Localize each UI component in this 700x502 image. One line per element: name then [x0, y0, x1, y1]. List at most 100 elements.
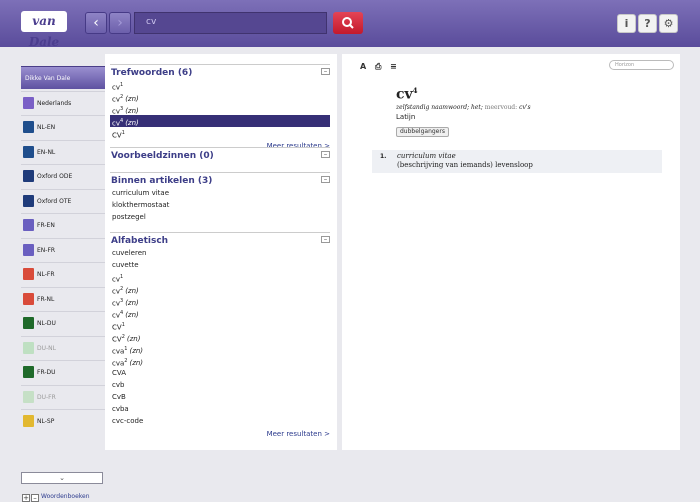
result-row[interactable]: cvc-code	[110, 415, 330, 427]
expand-list-button[interactable]: ⌄	[21, 472, 103, 484]
result-row[interactable]: postzegel	[110, 211, 330, 223]
sidebar-dictionary-item[interactable]: Nederlands	[21, 90, 105, 115]
settings-icon[interactable]: ⚙	[659, 14, 678, 33]
sidebar-dictionary-item[interactable]: Dikke Van Dale	[21, 66, 105, 89]
print-icon[interactable]: ⎙	[375, 62, 381, 72]
dictionary-icon	[23, 243, 34, 256]
dictionary-label: NL-DU	[37, 320, 56, 327]
sense-definition: (beschrijving van iemands) levensloop	[397, 161, 533, 169]
result-row[interactable]: cv3 (zn)	[110, 103, 330, 115]
sidebar-dictionary-item[interactable]: FR-DU	[21, 360, 105, 384]
dictionary-label: DU-FR	[37, 393, 56, 401]
dictionary-icon	[23, 145, 34, 158]
back-button[interactable]: ‹	[85, 12, 107, 34]
list-view-icon[interactable]: ≡	[390, 62, 397, 71]
result-row[interactable]: CV2 (zn)	[110, 331, 330, 343]
trefwoorden-section: Trefwoorden (6) – cv1 cv2 (zn) cv3 (zn) cv4 (z…	[110, 64, 330, 152]
dictionary-label: FR-EN	[37, 222, 55, 229]
grammar-info: zelfstandig naamwoord; het; meervoud: cv…	[396, 104, 531, 111]
result-row[interactable]: cv1	[110, 271, 330, 283]
dictionary-label: Dikke Van Dale	[25, 75, 71, 82]
binnen-artikelen-section: Binnen artikelen (3) – curriculum vitae k…	[110, 172, 330, 223]
dictionary-icon	[23, 194, 34, 207]
collapse-toggle[interactable]: –	[321, 151, 330, 158]
collapse-toggle[interactable]: –	[321, 68, 330, 75]
result-row[interactable]: CV1	[110, 319, 330, 331]
section-title: Trefwoorden (6)	[111, 68, 193, 78]
result-row[interactable]: cvb	[110, 379, 330, 391]
collapse-toggle[interactable]: –	[321, 176, 330, 183]
sidebar-dictionary-item[interactable]: FR-NL	[21, 286, 105, 311]
results-panel: Trefwoorden (6) – cv1 cv2 (zn) cv3 (zn) cv4 (z…	[105, 54, 337, 450]
dictionary-label: NL-FR	[37, 271, 55, 278]
horizon-search-input[interactable]: Horizon	[609, 60, 674, 70]
sidebar-dictionary-item[interactable]: NL-SP	[21, 409, 105, 433]
dictionary-label: EN-FR	[37, 246, 56, 254]
dictionary-label: EN-NL	[37, 148, 56, 156]
more-results-link[interactable]: Meer resultaten >	[267, 430, 330, 438]
section-title: Alfabetisch	[111, 236, 169, 246]
result-row[interactable]: cv2 (zn)	[110, 91, 330, 103]
dictionary-sidebar: Dikke Van Dale Nederlands NL-EN EN-NL Oxford…	[0, 47, 105, 502]
alfabetisch-section: Alfabetisch – cuveleren cuvette cv1 cv2 (zn)…	[110, 232, 330, 440]
info-icon[interactable]: i	[617, 14, 636, 33]
headword: cv4	[396, 86, 418, 103]
section-title: Voorbeeldzinnen (0)	[111, 151, 214, 161]
result-row[interactable]: CvB	[110, 391, 330, 403]
dictionary-label: NL-SP	[37, 418, 55, 425]
sense-number: 1.	[380, 153, 387, 160]
dictionary-label: Nederlands	[37, 99, 72, 107]
result-row[interactable]: cv4 (zn)	[110, 115, 330, 127]
search-button[interactable]	[333, 12, 363, 34]
result-row[interactable]: cuvette	[110, 259, 330, 271]
remove-dictionary-button[interactable]: –	[31, 494, 39, 502]
dictionary-icon	[23, 96, 34, 109]
dictionary-icon	[23, 268, 34, 280]
collapse-toggle[interactable]: –	[321, 236, 330, 243]
sidebar-dictionary-item[interactable]: NL-FR	[21, 262, 105, 286]
dictionary-icon	[23, 219, 34, 231]
dictionary-label: NL-EN	[37, 124, 56, 131]
result-row[interactable]: CV1	[110, 127, 330, 139]
dictionary-icon	[23, 170, 34, 182]
result-row[interactable]: cv1	[110, 79, 330, 91]
dictionary-label: Oxford ODE	[37, 173, 73, 180]
sidebar-dictionary-item[interactable]: EN-NL	[21, 139, 105, 164]
dictionary-icon	[23, 121, 34, 133]
result-row[interactable]: cv2 (zn)	[110, 283, 330, 295]
result-row[interactable]: klokthermostaat	[110, 199, 330, 211]
dictionary-icon	[23, 292, 34, 305]
result-row[interactable]: cv4 (zn)	[110, 307, 330, 319]
origin: Latijn	[396, 113, 416, 121]
dubbelgangers-button[interactable]: dubbelgangers	[396, 127, 449, 137]
forward-button[interactable]: ›	[109, 12, 131, 34]
font-size-icon[interactable]: A	[360, 62, 366, 71]
result-row[interactable]: cva2 (zn)	[110, 355, 330, 367]
sense-term: curriculum vitae	[397, 152, 456, 160]
article-panel: A ⎙ ≡ Horizon cv4 zelfstandig naamwoord;…	[342, 54, 680, 450]
result-row[interactable]: curriculum vitae	[110, 187, 330, 199]
dictionary-label: DU-NL	[37, 344, 57, 352]
help-icon[interactable]: ?	[638, 14, 657, 33]
dictionary-icon	[23, 415, 34, 427]
sidebar-dictionary-item[interactable]: DU-NL	[21, 335, 105, 360]
sidebar-dictionary-item[interactable]: DU-FR	[21, 384, 105, 409]
sidebar-dictionary-item[interactable]: NL-EN	[21, 115, 105, 139]
add-dictionary-button[interactable]: +	[22, 494, 30, 502]
result-row[interactable]: cva1 (zn)	[110, 343, 330, 355]
result-row[interactable]: CVA	[110, 367, 330, 379]
top-bar: van Dale ‹ › cv i ? ⚙	[0, 0, 700, 49]
search-input[interactable]: cv	[134, 12, 327, 34]
sidebar-dictionary-item[interactable]: NL-DU	[21, 311, 105, 335]
woordenboeken-link[interactable]: Woordenboeken	[41, 493, 90, 500]
result-row[interactable]: cv3 (zn)	[110, 295, 330, 307]
sidebar-dictionary-item[interactable]: FR-EN	[21, 213, 105, 237]
dictionary-label: FR-DU	[37, 369, 56, 376]
result-row[interactable]: cuveleren	[110, 247, 330, 259]
sidebar-dictionary-item[interactable]: Oxford ODE	[21, 164, 105, 188]
dictionary-label: Oxford OTE	[37, 197, 72, 205]
dictionary-icon	[23, 317, 34, 329]
sidebar-dictionary-item[interactable]: EN-FR	[21, 237, 105, 262]
result-row[interactable]: cvba	[110, 403, 330, 415]
sidebar-dictionary-item[interactable]: Oxford OTE	[21, 188, 105, 213]
